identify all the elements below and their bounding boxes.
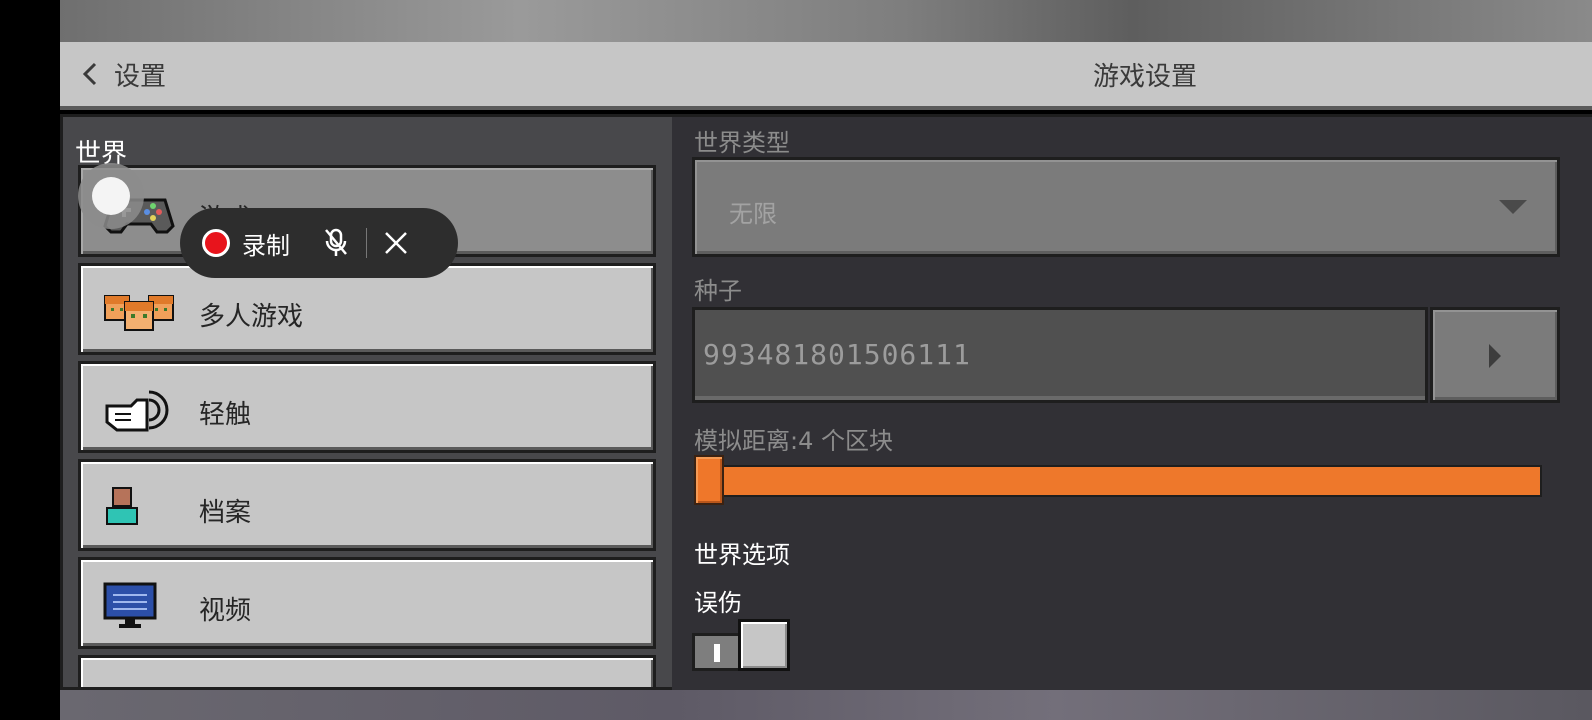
friendly-fire-toggle[interactable] [692,619,790,673]
close-icon[interactable] [383,230,409,256]
world-options-heading: 世界选项 [694,541,790,569]
slider-thumb[interactable] [694,455,724,505]
slider-fill [698,467,1540,495]
seed-value: 993481801506111 [703,338,971,371]
seed-input[interactable]: 993481801506111 [692,307,1428,403]
touch-hand-icon [105,390,169,432]
monitor-icon [103,582,157,628]
seed-picker-button[interactable] [1430,307,1560,403]
sim-distance-slider[interactable] [696,465,1542,497]
dropdown-arrow-icon [1499,200,1527,214]
back-button[interactable]: 设置 [80,54,166,94]
background-bottom [60,690,1592,720]
page-title: 游戏设置 [1092,62,1197,92]
sidebar-item-label: 多人游戏 [199,302,304,332]
seed-label: 种子 [694,277,742,305]
world-type-value: 无限 [729,200,777,228]
profile-icon [106,487,138,525]
sim-distance-label: 模拟距离:4 个区块 [694,427,893,455]
play-arrow-icon [1489,344,1501,368]
record-label[interactable]: 录制 [242,226,290,261]
sidebar-item-partial[interactable] [78,655,656,687]
multiplayer-icon [104,295,174,331]
toggle-knob [738,619,790,671]
screen-recorder-bar: 录制 [180,208,458,278]
sidebar-item-label: 视频 [199,596,252,626]
chevron-left-icon [82,62,97,86]
background-top [60,0,1592,42]
sidebar-item-label: 轻触 [199,400,252,430]
sidebar-item-touch[interactable]: 轻触 [78,361,656,453]
record-dot-icon[interactable] [202,229,230,257]
mic-muted-icon[interactable] [322,227,350,259]
floating-assist-ball[interactable] [78,163,144,229]
toggle-track [692,633,742,671]
header-bar: 设置 游戏设置 [60,42,1592,110]
friendly-fire-label: 误伤 [694,589,742,617]
sidebar-item-video[interactable]: 视频 [78,557,656,649]
world-type-label: 世界类型 [694,129,790,157]
world-type-dropdown[interactable]: 无限 [692,157,1560,257]
back-label: 设置 [114,61,167,92]
sidebar-item-label: 档案 [199,498,252,528]
sidebar-item-profile[interactable]: 档案 [78,459,656,551]
recorder-divider [366,228,367,258]
sidebar: 世界 游戏 多人游戏 [60,114,676,690]
settings-panel: 世界类型 无限 种子 993481801506111 模拟距离:4 个区块 世界… [672,114,1592,690]
